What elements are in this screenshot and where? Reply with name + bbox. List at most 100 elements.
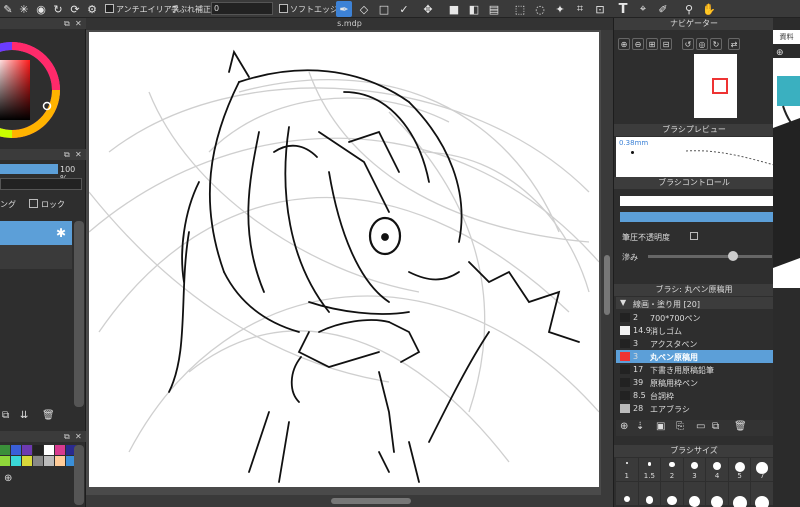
hand-tool-icon[interactable]: ✋ bbox=[701, 1, 717, 17]
brush-size-cell[interactable]: 1.5 bbox=[638, 458, 661, 481]
text-tool-icon[interactable]: T bbox=[615, 1, 631, 17]
brush-size-cell[interactable] bbox=[751, 482, 773, 507]
vertical-scrollbar[interactable] bbox=[601, 30, 613, 495]
brush-width-slider[interactable] bbox=[620, 196, 774, 206]
drawing-canvas[interactable] bbox=[89, 32, 599, 487]
close-icon[interactable]: ✕ bbox=[75, 19, 82, 28]
float-icon[interactable]: ⧉ bbox=[64, 19, 70, 29]
brush-size-cell[interactable] bbox=[728, 482, 751, 507]
brush-menu-icon[interactable]: ▣ bbox=[656, 421, 665, 432]
bucket-tool-icon[interactable]: ◧ bbox=[466, 1, 482, 17]
merge-layer-icon[interactable]: ⇊ bbox=[20, 410, 28, 421]
layer-settings-icon[interactable]: ✱ bbox=[56, 226, 66, 240]
close-icon[interactable]: ✕ bbox=[75, 150, 82, 159]
flip-icon[interactable]: ⇄ bbox=[728, 38, 740, 50]
eraser-tool-icon[interactable]: ◇ bbox=[356, 1, 372, 17]
add-color-icon[interactable]: ⊕ bbox=[4, 473, 12, 484]
zoom-reset-icon[interactable]: ⊟ bbox=[660, 38, 672, 50]
select-eraser-icon[interactable]: ⊡ bbox=[592, 1, 608, 17]
copy-brush-icon[interactable]: ⧉ bbox=[712, 421, 719, 432]
line-tool-icon[interactable]: ✓ bbox=[396, 1, 412, 17]
antialias-checkbox[interactable] bbox=[105, 4, 114, 13]
navigator-viewport[interactable] bbox=[712, 78, 728, 94]
reference-add-icon[interactable]: ⊕ bbox=[776, 48, 784, 58]
lock-checkbox[interactable] bbox=[29, 199, 38, 208]
rotate-ccw-icon[interactable]: ↺ bbox=[682, 38, 694, 50]
brush-item[interactable]: 2 700*700ペン bbox=[616, 311, 774, 324]
brush-size-cell[interactable] bbox=[661, 482, 683, 506]
gradient-tool-icon[interactable]: ▤ bbox=[486, 1, 502, 17]
blur-slider-knob[interactable] bbox=[728, 251, 738, 261]
brush-size-cell[interactable]: 3 bbox=[683, 458, 706, 481]
brush-item[interactable]: 3 アクスタペン bbox=[616, 337, 774, 350]
refresh-icon[interactable]: ⟳ bbox=[67, 1, 83, 17]
move-tool-icon[interactable]: ✥ bbox=[420, 1, 436, 17]
soft-edge-checkbox[interactable] bbox=[279, 4, 288, 13]
palette-scrollbar[interactable] bbox=[74, 445, 84, 505]
close-icon[interactable]: ✕ bbox=[75, 432, 82, 441]
duplicate-layer-icon[interactable]: ⧉ bbox=[2, 410, 9, 421]
collapse-icon[interactable]: ▼ bbox=[620, 298, 626, 307]
brush-size-cell[interactable]: 5 bbox=[728, 458, 751, 481]
pen-tool-icon[interactable]: ✒ bbox=[336, 1, 352, 17]
brush-size-cell[interactable] bbox=[616, 482, 638, 505]
brush-properties-icon[interactable]: ⎘ bbox=[676, 421, 684, 432]
import-brush-icon[interactable]: ⇣ bbox=[636, 421, 644, 432]
delete-brush-icon[interactable]: 🗑 bbox=[734, 421, 747, 432]
zoom-out-icon[interactable]: ⊖ bbox=[632, 38, 644, 50]
reference-tab[interactable]: 資料 bbox=[773, 30, 800, 44]
opacity-slider[interactable] bbox=[0, 164, 58, 174]
fill-rect-icon[interactable]: ■ bbox=[446, 1, 462, 17]
lasso-tool-icon[interactable]: ◌ bbox=[532, 1, 548, 17]
navigator-preview[interactable] bbox=[694, 54, 737, 118]
spray-tool-icon[interactable]: ✳ bbox=[16, 1, 32, 17]
horizontal-scroll-thumb[interactable] bbox=[331, 498, 411, 504]
color-palette[interactable] bbox=[0, 445, 76, 467]
add-brush-icon[interactable]: ⊕ bbox=[620, 421, 628, 432]
zoom-fit-icon[interactable]: ⊞ bbox=[646, 38, 658, 50]
eyedropper-icon[interactable]: ⚲ bbox=[681, 1, 697, 17]
brush-group-header[interactable]: ▼ 線画・塗り用 [20] bbox=[616, 297, 774, 309]
blur-slider[interactable] bbox=[648, 251, 772, 261]
layer-scrollbar[interactable] bbox=[74, 221, 84, 407]
brush-size-cell[interactable] bbox=[706, 482, 728, 507]
brush-size-cell[interactable]: 1 bbox=[616, 458, 638, 481]
layer-row[interactable] bbox=[0, 245, 72, 269]
document-tab[interactable]: s.mdp bbox=[86, 18, 613, 30]
folder-icon[interactable]: ▭ bbox=[696, 421, 705, 432]
stabilizer-select[interactable]: 0 bbox=[211, 2, 273, 15]
delete-layer-icon[interactable]: 🗑 bbox=[42, 410, 55, 421]
select-rect-icon[interactable]: ⬚ bbox=[512, 1, 528, 17]
horizontal-scrollbar[interactable] bbox=[86, 495, 613, 507]
layer-row-selected[interactable]: ✱ bbox=[0, 221, 72, 245]
brush-size-cell[interactable]: 7 bbox=[751, 458, 773, 481]
float-icon[interactable]: ⧉ bbox=[64, 432, 70, 442]
pressure-opacity-checkbox[interactable] bbox=[690, 232, 698, 240]
brush-item[interactable]: 28 エアブラシ bbox=[616, 402, 774, 415]
texture-tool-icon[interactable]: ◉ bbox=[33, 1, 49, 17]
vertical-scroll-thumb[interactable] bbox=[604, 255, 610, 315]
operation-tool-icon[interactable]: ⌖ bbox=[635, 1, 651, 17]
brush-item[interactable]: 39 原稿用枠ペン bbox=[616, 376, 774, 389]
divide-tool-icon[interactable]: ✐ bbox=[655, 1, 671, 17]
brush-item-selected[interactable]: 3 丸ペン原稿用 bbox=[616, 350, 774, 363]
select-pen-icon[interactable]: ⌗ bbox=[572, 1, 588, 17]
settings-icon[interactable]: ⚙ bbox=[84, 1, 100, 17]
rotate-cw-icon[interactable]: ↻ bbox=[710, 38, 722, 50]
brush-size-cell[interactable] bbox=[683, 482, 706, 507]
brush-item[interactable]: 17 下書き用原稿鉛筆 bbox=[616, 363, 774, 376]
reset-rotation-icon[interactable]: ◎ bbox=[696, 38, 708, 50]
brush-tool-icon[interactable]: ✎ bbox=[0, 1, 16, 17]
dot-tool-icon[interactable]: □ bbox=[376, 1, 392, 17]
rotate-tool-icon[interactable]: ↻ bbox=[50, 1, 66, 17]
magic-wand-icon[interactable]: ✦ bbox=[552, 1, 568, 17]
float-icon[interactable]: ⧉ bbox=[64, 150, 70, 160]
brush-size-cell[interactable] bbox=[638, 482, 661, 505]
brush-size-cell[interactable]: 4 bbox=[706, 458, 728, 481]
brush-item[interactable]: 8.5 台詞枠 bbox=[616, 389, 774, 402]
zoom-in-icon[interactable]: ⊕ bbox=[618, 38, 630, 50]
brush-opacity-slider[interactable] bbox=[620, 212, 774, 222]
brush-size-cell[interactable]: 2 bbox=[661, 458, 683, 481]
brush-item[interactable]: 14.9 消しゴム bbox=[616, 324, 774, 337]
blend-mode-select[interactable] bbox=[0, 178, 82, 190]
